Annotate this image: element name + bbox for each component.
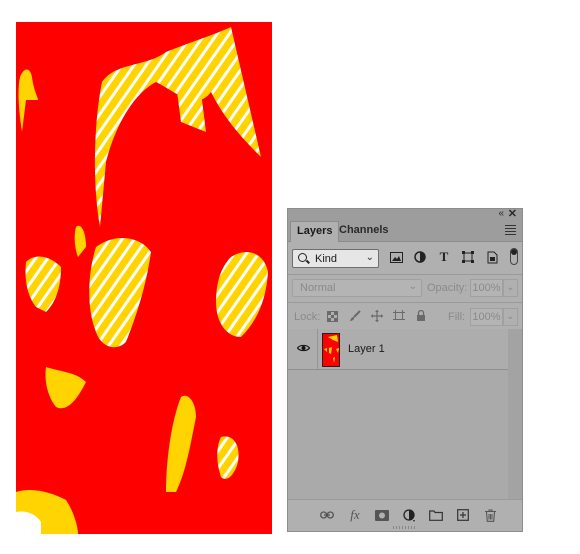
delete-icon[interactable] [483, 508, 497, 522]
filter-row: Kind ⌄ T [288, 242, 522, 274]
layers-scrollbar[interactable] [508, 329, 522, 500]
lock-position-icon[interactable] [370, 309, 384, 323]
tab-channels[interactable]: Channels [333, 221, 395, 241]
opacity-field[interactable]: 100% [470, 279, 503, 297]
blend-mode-label: Normal [300, 282, 336, 294]
panel-footer: fx [288, 499, 522, 531]
fill-field[interactable]: 100% [470, 308, 503, 326]
lock-image-pixels-icon[interactable] [348, 309, 362, 323]
opacity-label: Opacity: [427, 282, 468, 294]
panel-tabs: Layers Channels [288, 220, 522, 242]
lock-label: Lock: [294, 311, 321, 323]
divider [317, 329, 318, 369]
close-icon[interactable]: ✕ [508, 207, 517, 220]
new-layer-icon[interactable] [456, 508, 470, 522]
resize-grip[interactable] [393, 526, 417, 529]
layer-name[interactable]: Layer 1 [348, 343, 385, 355]
canvas-artwork [16, 22, 272, 534]
filter-toggle[interactable] [510, 248, 518, 265]
link-layers-icon[interactable] [320, 508, 334, 522]
layer-thumbnail[interactable] [322, 333, 340, 367]
lock-row: Lock: Fill: 100% ⌄ [288, 303, 522, 331]
fx-icon[interactable]: fx [348, 507, 362, 522]
document-canvas[interactable] [16, 22, 272, 534]
layer-row[interactable]: Layer 1 [288, 329, 508, 370]
lock-artboard-icon[interactable] [392, 309, 406, 323]
chevron-down-icon: ⌄ [365, 252, 374, 263]
fill-label: Fill: [448, 311, 466, 323]
blend-mode-select[interactable]: Normal ⌄ [292, 279, 422, 297]
layers-list: Layer 1 [288, 329, 508, 500]
lock-all-icon[interactable] [414, 309, 428, 323]
fill-dropdown-button[interactable]: ⌄ [503, 308, 518, 326]
filter-kind-select[interactable]: Kind ⌄ [292, 249, 379, 268]
shape-filter-icon[interactable] [461, 250, 475, 264]
pixel-filter-icon[interactable] [389, 250, 403, 264]
eye-icon[interactable] [297, 344, 310, 352]
blend-row: Normal ⌄ Opacity: 100% ⌄ [288, 275, 522, 302]
chevron-down-icon: ⌄ [408, 281, 417, 292]
panel-menu-icon[interactable] [505, 225, 516, 237]
adjustment-layer-icon[interactable] [402, 508, 416, 522]
type-filter-icon[interactable]: T [437, 249, 451, 264]
collapse-icon[interactable]: « [498, 208, 503, 219]
layers-panel: « ✕ Layers Channels Kind ⌄ T Normal ⌄ Op… [287, 208, 523, 532]
smart-object-filter-icon[interactable] [485, 250, 499, 264]
new-group-icon[interactable] [429, 508, 443, 522]
panel-titlebar[interactable]: « ✕ [288, 207, 522, 220]
add-mask-icon[interactable] [375, 508, 389, 522]
search-icon [298, 253, 307, 262]
filter-kind-label: Kind [315, 253, 338, 265]
adjustment-filter-icon[interactable] [413, 250, 427, 264]
opacity-dropdown-button[interactable]: ⌄ [503, 279, 518, 297]
lock-transparent-pixels-icon[interactable] [325, 309, 339, 323]
